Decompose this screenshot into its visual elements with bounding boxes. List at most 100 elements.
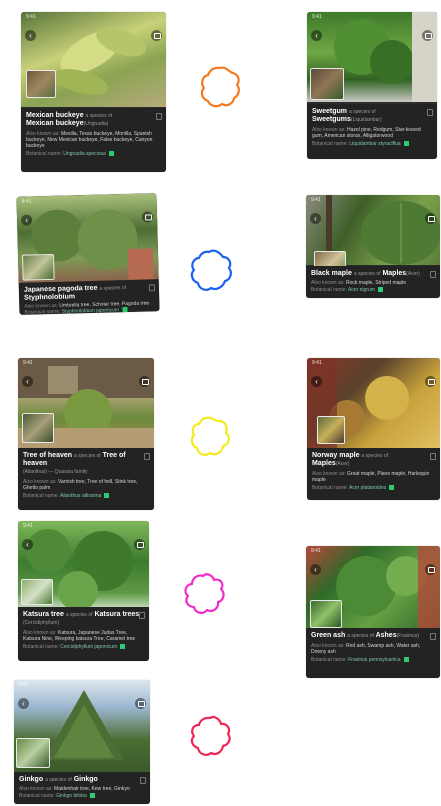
camera-button[interactable] [422,30,433,41]
info-panel: Ginkgo a species of Ginkgo Also known as… [14,772,150,804]
species-of-label: a species of [73,453,101,459]
thumbnail-photo[interactable] [21,579,53,605]
status-time: 9:41 [23,360,33,366]
share-icon[interactable] [389,485,395,491]
species-name: Norway maple [312,452,360,459]
botanical-value: Acer nigrum [347,287,375,293]
parent-name: Sweetgums [312,116,351,123]
botanical-value: Acer platanoides [348,485,387,491]
back-button[interactable]: ‹ [310,564,321,575]
botanical-line: Botanical name: Liquidambar styraciflua [312,141,432,147]
share-icon[interactable] [377,287,383,293]
thumbnail-photo[interactable] [16,738,50,768]
bookmark-icon[interactable] [144,453,150,460]
result-card-black-maple[interactable]: 9:41 ‹ Black maple a species of Maples(A… [306,195,440,298]
aka-line: Also known as: Varnish tree, Tree of hel… [23,479,149,491]
bookmark-icon[interactable] [430,271,436,278]
bookmark-icon[interactable] [148,284,155,292]
thumbnail-photo[interactable] [310,600,342,628]
botanical-label: Botanical name: [312,141,348,147]
bookmark-icon[interactable] [139,612,145,619]
thumbnail-photo[interactable] [26,70,56,98]
status-time: 9:41 [26,14,36,20]
parent-sci: (Ungnadia) [83,121,109,127]
camera-button[interactable] [425,213,436,224]
thumbnail-photo[interactable] [317,416,345,444]
share-icon[interactable] [403,657,409,663]
species-name: Green ash [311,632,346,639]
thumbnail-photo[interactable] [310,68,344,100]
bookmark-icon[interactable] [140,777,146,784]
result-card-tree-of-heaven[interactable]: 9:41 ‹ Tree of heaven a species of Tree … [18,358,154,510]
bookmark-icon[interactable] [430,633,436,640]
camera-button[interactable] [139,376,150,387]
botanical-value: Ginkgo biloba [56,793,87,799]
status-time: 9:41 [312,360,322,366]
parent-name: Ashes [375,632,397,639]
result-card-green-ash[interactable]: 9:41 ‹ Green ash a species of Ashes(Frax… [306,546,440,678]
botanical-label: Botanical name: [23,644,59,650]
share-icon[interactable] [403,141,409,147]
species-name: Black maple [311,270,352,277]
parent-name: Mexican buckeye [26,120,84,127]
result-card-mexican-buckeye[interactable]: 9:41 ‹ Mexican buckeye a species of Mexi… [21,12,166,172]
back-button[interactable]: ‹ [25,30,36,41]
camera-button[interactable] [425,564,436,575]
camera-button[interactable] [135,698,146,709]
back-button[interactable]: ‹ [310,213,321,224]
back-button[interactable]: ‹ [18,698,29,709]
botanical-line: Botanical name: Cercidiphyllum japonicum [23,644,144,650]
species-of-label: a species of [347,633,374,639]
species-name: Katsura tree [23,611,64,618]
share-icon[interactable] [120,644,126,650]
title-line: Katsura tree a species of Katsura trees (… [23,611,144,627]
species-of-label: a species of [353,271,381,277]
title-line: Japanese pagoda tree a species of Styphn… [24,283,154,302]
species-of-label: a species of [361,453,389,459]
bookmark-icon[interactable] [427,109,433,116]
info-panel: Sweetgum a species of Sweetgums(Liquidam… [307,104,437,159]
bookmark-icon[interactable] [156,113,162,120]
share-icon[interactable] [108,151,114,157]
botanical-line: Botanical name: Acer nigrum [311,287,435,293]
result-card-norway-maple[interactable]: 9:41 ‹ Norway maple a species of Maples(… [307,358,440,500]
back-button[interactable]: ‹ [22,539,33,550]
title-line: Sweetgum a species of Sweetgums(Liquidam… [312,108,432,124]
parent-name: Ginkgo [73,776,98,783]
blob-path [190,416,230,456]
share-icon[interactable] [89,793,95,799]
bookmark-icon[interactable] [430,453,436,460]
result-card-sweetgum[interactable]: 9:41 ‹ Sweetgum a species of Sweetgums(L… [307,12,437,159]
botanical-value: Ungnadia speciosa [63,151,106,157]
botanical-line: Botanical name: Ailanthus altissima [23,493,149,499]
parent-sci: (Acer) [406,271,420,277]
result-card-katsura[interactable]: 9:41 ‹ Katsura tree a species of Katsura… [18,521,149,661]
species-name: Japanese pagoda tree [23,284,98,294]
parent-name: Maples [312,460,336,467]
aka-value: Maidenhair tree, Kew tree, Ginkyo [54,786,130,792]
share-icon[interactable] [121,307,128,313]
share-icon[interactable] [104,493,110,499]
status-time: 9:41 [19,682,29,688]
result-card-japanese-pagoda[interactable]: 9:41 ‹ Japanese pagoda tree a species of… [16,193,160,315]
aka-line: Also known as: Red ash, Swamp ash, Water… [311,643,435,655]
aka-value: Rock maple, Striped maple [346,280,407,286]
thumbnail-photo[interactable] [21,253,55,281]
back-button[interactable]: ‹ [311,376,322,387]
back-button[interactable]: ‹ [22,376,33,387]
parent-sci: (Acer) [335,461,350,467]
camera-button[interactable] [151,30,162,41]
result-card-ginkgo[interactable]: 9:41 ‹ Ginkgo a species of Ginkgo Also k… [14,680,150,804]
info-panel: Norway maple a species of Maples(Acer) A… [307,448,440,500]
back-button[interactable]: ‹ [311,30,322,41]
aka-line: Also known as: Rock maple, Striped maple [311,280,435,286]
thumbnail-photo[interactable] [22,413,54,443]
info-panel: Green ash a species of Ashes(Fraxinus) A… [306,628,440,678]
botanical-label: Botanical name: [26,151,62,157]
camera-button[interactable] [134,539,145,550]
camera-button[interactable] [425,376,436,387]
annotation-blob-magenta [184,573,225,614]
title-line: Ginkgo a species of Ginkgo [19,776,145,784]
status-time: 9:41 [311,197,321,203]
species-of-label: a species of [45,777,72,783]
